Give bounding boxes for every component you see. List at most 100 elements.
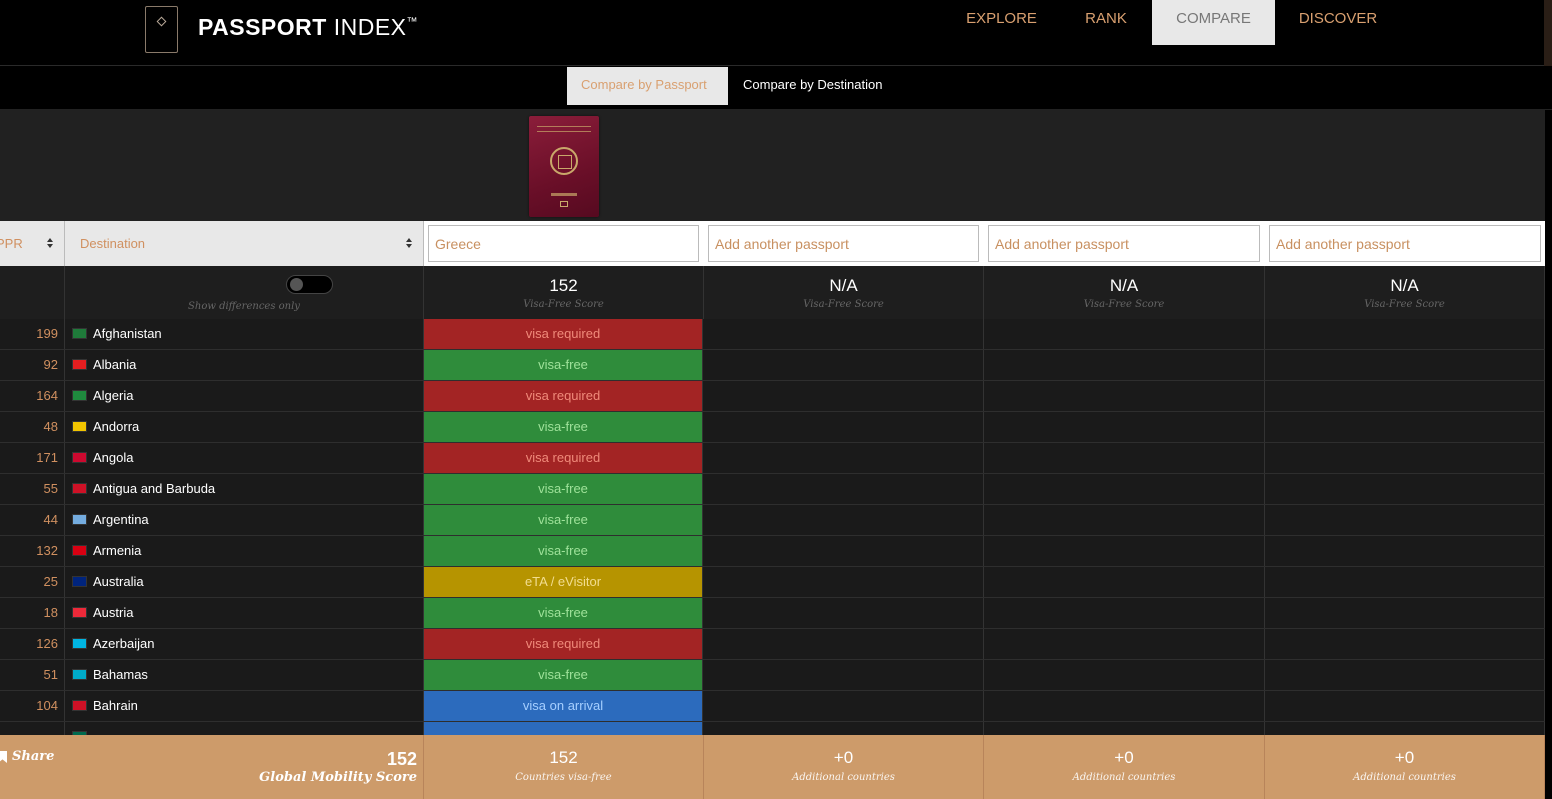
visa-status-cell[interactable]: visa required (424, 629, 703, 659)
table-row[interactable] (0, 722, 1545, 735)
visa-status-cell[interactable]: visa-free (424, 474, 703, 504)
passport-2-input[interactable] (708, 225, 979, 262)
country-flag-icon (72, 359, 87, 370)
table-row[interactable]: 55 Antigua and Barbuda visa-free (0, 474, 1545, 505)
empty-passport-cell (704, 505, 984, 535)
sort-arrows-icon[interactable] (406, 238, 413, 249)
summary-footer: Share 152 Global Mobility Score 152 Coun… (0, 735, 1545, 799)
sort-arrows-icon[interactable] (47, 238, 54, 249)
passport-1-summary: 152 Countries visa-free (424, 735, 704, 799)
table-row[interactable]: 126 Azerbaijan visa required (0, 629, 1545, 660)
visa-status-cell[interactable]: visa required (424, 319, 703, 349)
visa-status-cell[interactable] (424, 722, 703, 735)
brand-light: INDEX (326, 14, 407, 40)
share-button[interactable]: Share (12, 749, 54, 764)
country-flag-icon (72, 607, 87, 618)
nav-compare[interactable]: COMPARE (1152, 0, 1275, 45)
global-mobility-score-label: Global Mobility Score (259, 770, 417, 785)
empty-passport-cell (984, 443, 1265, 473)
tab-compare-by-destination[interactable]: Compare by Destination (729, 67, 896, 105)
nav-discover[interactable]: DISCOVER (1287, 0, 1389, 45)
empty-passport-cell (704, 474, 984, 504)
empty-passport-cell (704, 660, 984, 690)
country-flag-icon (72, 452, 87, 463)
destination-cell[interactable]: Andorra (65, 412, 424, 442)
table-row[interactable]: 18 Austria visa-free (0, 598, 1545, 629)
passport-title-lines (537, 126, 591, 132)
global-mobility-score-value: 152 (386, 749, 417, 769)
destination-column-header[interactable]: Destination (65, 221, 424, 266)
empty-passport-cell (704, 443, 984, 473)
rank-cell: 104 (0, 691, 65, 721)
table-row[interactable]: 44 Argentina visa-free (0, 505, 1545, 536)
table-row[interactable]: 48 Andorra visa-free (0, 412, 1545, 443)
visa-status-cell[interactable]: visa-free (424, 536, 703, 566)
empty-passport-cell (1265, 319, 1545, 349)
visa-status-cell[interactable]: visa-free (424, 660, 703, 690)
summary-label: Additional countries (1072, 772, 1176, 783)
rank-cell: 25 (0, 567, 65, 597)
table-row[interactable]: 51 Bahamas visa-free (0, 660, 1545, 691)
share-icon[interactable] (0, 751, 7, 763)
visa-status-cell[interactable]: visa-free (424, 598, 703, 628)
brand-name[interactable]: PASSPORT INDEX™ (198, 14, 418, 41)
score-label: Visa-Free Score (803, 299, 884, 310)
table-row[interactable]: 199 Afghanistan visa required (0, 319, 1545, 350)
passport-4-input[interactable] (1269, 225, 1541, 262)
empty-passport-cell (984, 691, 1265, 721)
visa-status-cell[interactable]: visa on arrival (424, 691, 703, 721)
passport-1-score: 152 Visa-Free Score (424, 266, 704, 319)
destination-cell[interactable]: Australia (65, 567, 424, 597)
destination-cell[interactable]: Algeria (65, 381, 424, 411)
nav-explore[interactable]: EXPLORE (955, 0, 1048, 45)
tab-compare-by-passport[interactable]: Compare by Passport (567, 67, 728, 105)
destination-cell[interactable]: Angola (65, 443, 424, 473)
destination-cell[interactable]: Bahamas (65, 660, 424, 690)
empty-passport-cell (984, 660, 1265, 690)
visa-status-cell[interactable]: visa-free (424, 505, 703, 535)
destination-cell[interactable] (65, 722, 424, 735)
destination-cell[interactable]: Albania (65, 350, 424, 380)
visa-status-cell[interactable]: visa required (424, 443, 703, 473)
passport-index-logo-icon[interactable] (145, 6, 178, 53)
table-row[interactable]: 104 Bahrain visa on arrival (0, 691, 1545, 722)
visa-free-score-row: Show differences only 152 Visa-Free Scor… (0, 266, 1545, 319)
destination-cell[interactable]: Bahrain (65, 691, 424, 721)
visa-status-cell[interactable]: visa-free (424, 412, 703, 442)
table-row[interactable]: 132 Armenia visa-free (0, 536, 1545, 567)
destination-cell[interactable]: Afghanistan (65, 319, 424, 349)
score-value: N/A (1390, 276, 1419, 295)
passport-crest-icon (550, 147, 578, 175)
visa-status-cell[interactable]: eTA / eVisitor (424, 567, 703, 597)
destination-cell[interactable]: Austria (65, 598, 424, 628)
show-differences-label: Show differences only (188, 301, 300, 312)
country-name: Albania (93, 357, 137, 372)
destination-cell[interactable]: Argentina (65, 505, 424, 535)
table-row[interactable]: 25 Australia eTA / eVisitor (0, 567, 1545, 598)
visa-status-cell[interactable]: visa-free (424, 350, 703, 380)
score-rank-spacer (0, 266, 65, 319)
passport-1-input[interactable] (428, 225, 699, 262)
destination-cell[interactable]: Azerbaijan (65, 629, 424, 659)
table-row[interactable]: 92 Albania visa-free (0, 350, 1545, 381)
destination-table-body[interactable]: 199 Afghanistan visa required 92 Albania visa… (0, 319, 1545, 735)
rank-cell: 126 (0, 629, 65, 659)
empty-passport-cell (984, 722, 1265, 735)
rank-column-header[interactable]: PPR (0, 221, 65, 266)
empty-passport-cell (984, 474, 1265, 504)
visa-status-cell[interactable]: visa required (424, 381, 703, 411)
show-differences-toggle[interactable] (286, 275, 333, 294)
empty-passport-cell (1265, 474, 1545, 504)
empty-passport-cell (984, 536, 1265, 566)
rank-cell: 171 (0, 443, 65, 473)
passport-3-input[interactable] (988, 225, 1260, 262)
brand-trademark: ™ (406, 16, 419, 28)
nav-rank[interactable]: RANK (1070, 0, 1142, 45)
empty-passport-cell (704, 350, 984, 380)
table-row[interactable]: 164 Algeria visa required (0, 381, 1545, 412)
score-label: Visa-Free Score (1364, 299, 1445, 310)
empty-passport-cell (984, 381, 1265, 411)
destination-cell[interactable]: Antigua and Barbuda (65, 474, 424, 504)
destination-cell[interactable]: Armenia (65, 536, 424, 566)
table-row[interactable]: 171 Angola visa required (0, 443, 1545, 474)
